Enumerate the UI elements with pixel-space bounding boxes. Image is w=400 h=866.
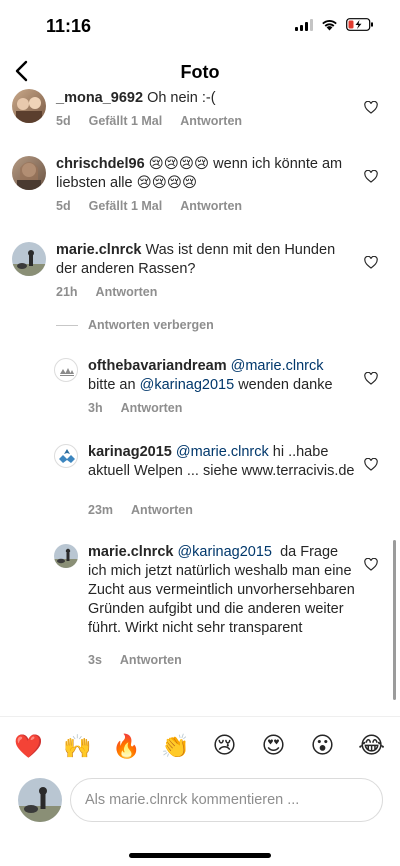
comment-text: chrischdel96 😢😢😢😢 wenn ich könnte am lieb… — [56, 155, 356, 193]
reply-button[interactable]: Antworten — [180, 199, 242, 213]
divider — [0, 716, 400, 717]
comment-meta: 5d Gefällt 1 Mal Antworten — [56, 114, 242, 128]
heart-icon[interactable] — [364, 458, 378, 471]
mention-link[interactable]: @marie.clnrck — [231, 358, 324, 374]
wifi-icon — [322, 19, 337, 30]
avatar[interactable] — [54, 544, 78, 568]
reply-button[interactable]: Antworten — [131, 503, 193, 517]
likes-count[interactable]: Gefällt 1 Mal — [89, 199, 163, 213]
comment-input[interactable] — [70, 778, 383, 822]
reply-meta: 3h Antworten — [88, 401, 182, 415]
comment-meta: 21h Antworten — [56, 285, 157, 299]
reply-text: marie.clnrck @karinag2015 da Frage ich mi… — [88, 543, 358, 638]
divider-line — [56, 324, 78, 326]
reply-button[interactable]: Antworten — [121, 401, 183, 415]
heart-icon[interactable] — [364, 558, 378, 571]
reply-button[interactable]: Antworten — [180, 114, 242, 128]
reply-button[interactable]: Antworten — [96, 285, 158, 299]
emoji-quick-bar: ❤️ 🙌 🔥 👏 😢 😍 😮 😂 — [12, 728, 388, 764]
comment-time: 21h — [56, 285, 78, 299]
avatar[interactable] — [12, 156, 46, 190]
reply-username[interactable]: ofthebavariandream — [88, 358, 227, 374]
reply-text: ofthebavariandream @marie.clnrck bitte an … — [88, 357, 358, 395]
reply-username[interactable]: marie.clnrck — [88, 544, 173, 560]
heart-icon[interactable] — [364, 256, 378, 269]
page-title: Foto — [180, 62, 220, 82]
mention-link[interactable]: @karinag2015 — [177, 544, 272, 560]
comment-text: _mona_9692 Oh nein :-( — [56, 89, 356, 108]
likes-count[interactable]: Gefällt 1 Mal — [89, 114, 163, 128]
status-bar: 11:16 — [0, 0, 400, 50]
battery-charging-icon — [346, 18, 373, 31]
reply-username[interactable]: karinag2015 — [88, 444, 172, 460]
comment-time: 5d — [56, 199, 71, 213]
reply-meta: 23m Antworten — [88, 503, 193, 517]
comment-body: Oh nein :-( — [147, 90, 216, 106]
avatar[interactable] — [54, 444, 78, 468]
mention-link[interactable]: @marie.clnrck — [176, 444, 269, 460]
comment-text: marie.clnrck Was ist denn mit den Hunden … — [56, 241, 356, 279]
comment-username[interactable]: _mona_9692 — [56, 90, 143, 106]
heart-icon[interactable] — [364, 170, 378, 183]
scrollbar[interactable] — [393, 540, 396, 700]
reply-time: 3h — [88, 401, 103, 415]
avatar[interactable] — [12, 242, 46, 276]
avatar[interactable] — [54, 358, 78, 382]
status-time: 11:16 — [46, 16, 92, 36]
reply-body: wenden danke — [238, 377, 333, 393]
top-nav: Foto — [0, 54, 400, 90]
cellular-signal-icon — [295, 18, 313, 31]
emoji-surprised[interactable]: 😮 — [306, 733, 339, 759]
avatar — [18, 778, 62, 822]
mention-link[interactable]: @karinag2015 — [140, 377, 235, 393]
emoji-heart-eyes[interactable]: 😍 — [257, 733, 290, 759]
reply-body: bitte an — [88, 377, 136, 393]
emoji-red-heart[interactable]: ❤️ — [12, 733, 45, 760]
hide-replies-toggle[interactable]: Antworten verbergen — [56, 318, 214, 332]
emoji-raising-hands[interactable]: 🙌 — [61, 733, 94, 760]
avatar[interactable] — [12, 89, 46, 123]
reply-time: 3s — [88, 653, 102, 667]
home-indicator — [129, 853, 271, 858]
emoji-crying[interactable]: 😢 — [208, 733, 241, 759]
emoji-clapping[interactable]: 👏 — [159, 733, 192, 760]
heart-icon[interactable] — [364, 372, 378, 385]
comment-composer — [0, 776, 400, 826]
reply-button[interactable]: Antworten — [120, 653, 182, 667]
reply-meta: 3s Antworten — [88, 653, 182, 667]
comment-username[interactable]: marie.clnrck — [56, 242, 141, 258]
reply-time: 23m — [88, 503, 114, 517]
status-icons — [295, 18, 374, 31]
comment-list[interactable]: _mona_9692 Oh nein :-( 5d Gefällt 1 Mal A… — [0, 86, 400, 716]
reply-text: karinag2015 @marie.clnrck hi ..habe aktue… — [88, 443, 358, 481]
comment-username[interactable]: chrischdel96 — [56, 156, 145, 172]
hide-replies-label: Antworten verbergen — [88, 318, 214, 332]
comment-time: 5d — [56, 114, 71, 128]
heart-icon[interactable] — [364, 101, 378, 114]
comment-meta: 5d Gefällt 1 Mal Antworten — [56, 199, 242, 213]
emoji-tears-of-joy[interactable]: 😂 — [355, 733, 388, 759]
emoji-fire[interactable]: 🔥 — [110, 733, 143, 760]
